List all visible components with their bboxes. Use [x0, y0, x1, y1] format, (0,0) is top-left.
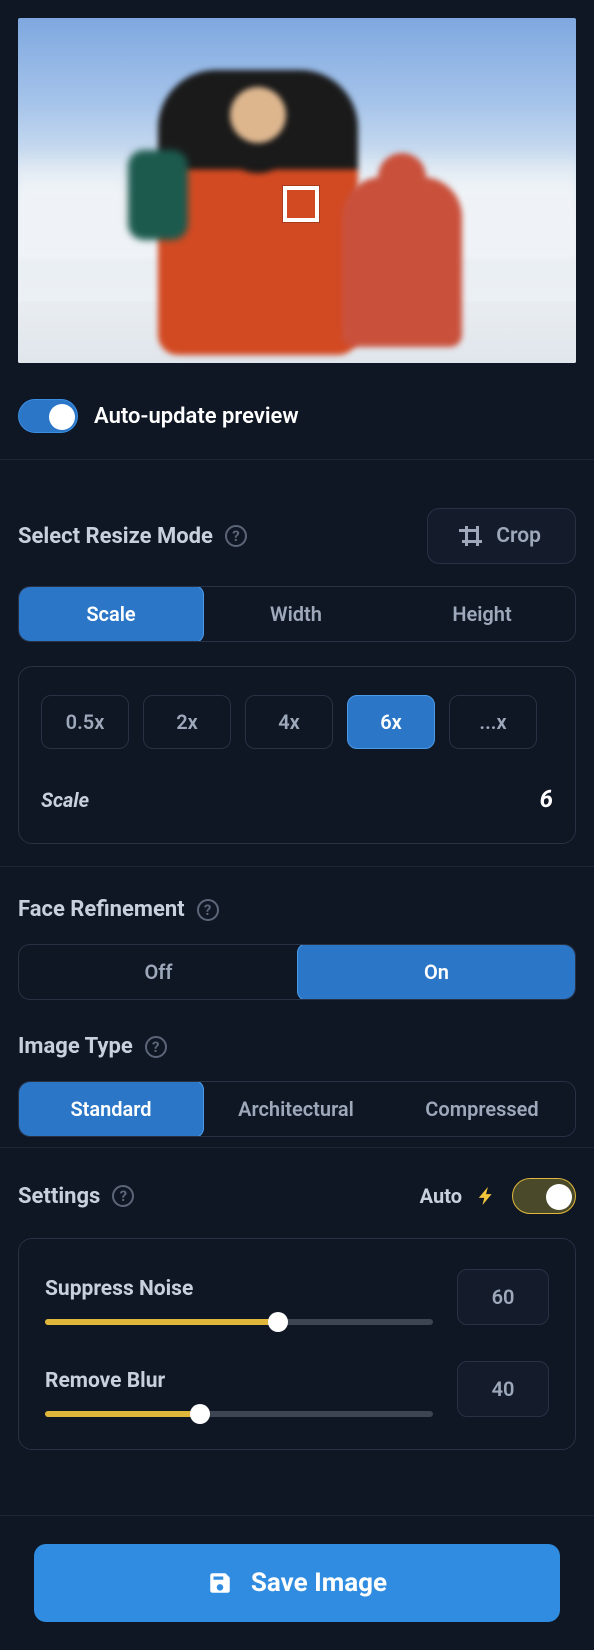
- preview-image[interactable]: [18, 18, 576, 363]
- bottom-bar: Save Image: [0, 1516, 594, 1650]
- scale-2x[interactable]: 2x: [143, 695, 231, 749]
- scale-readout-label: Scale: [41, 788, 89, 812]
- remove-blur-value[interactable]: 40: [457, 1361, 549, 1417]
- face-off[interactable]: Off: [19, 945, 298, 999]
- help-icon[interactable]: ?: [225, 525, 247, 547]
- image-type-standard[interactable]: Standard: [18, 1081, 204, 1137]
- image-type-architectural[interactable]: Architectural: [203, 1082, 389, 1136]
- save-icon: [207, 1570, 233, 1596]
- sliders-box: Suppress Noise 60 Remove Blur 40: [18, 1238, 576, 1450]
- auto-label: Auto: [420, 1184, 462, 1208]
- face-refinement-title: Face Refinement: [18, 897, 185, 922]
- save-image-label: Save Image: [251, 1568, 387, 1598]
- scale-4x[interactable]: 4x: [245, 695, 333, 749]
- help-icon[interactable]: ?: [145, 1036, 167, 1058]
- preview-area: [18, 18, 576, 363]
- save-image-button[interactable]: Save Image: [34, 1544, 560, 1622]
- image-type-compressed[interactable]: Compressed: [389, 1082, 575, 1136]
- scale-readout-value: 6: [540, 785, 553, 813]
- crop-icon: [462, 526, 482, 546]
- scale-6x[interactable]: 6x: [347, 695, 435, 749]
- bolt-icon: [476, 1182, 498, 1210]
- image-type-tabs: Standard Architectural Compressed: [18, 1081, 576, 1137]
- auto-update-switch[interactable]: [18, 399, 78, 433]
- tab-width[interactable]: Width: [203, 587, 389, 641]
- face-on[interactable]: On: [297, 944, 576, 1000]
- suppress-noise-slider[interactable]: [45, 1319, 433, 1325]
- preview-selection-box[interactable]: [283, 186, 319, 222]
- help-icon[interactable]: ?: [112, 1185, 134, 1207]
- settings-title: Settings: [18, 1184, 100, 1209]
- suppress-noise-row: Suppress Noise 60: [45, 1269, 549, 1325]
- resize-mode-tabs: Scale Width Height: [18, 586, 576, 642]
- tab-scale[interactable]: Scale: [18, 586, 204, 642]
- auto-settings-switch[interactable]: [512, 1178, 576, 1214]
- remove-blur-slider[interactable]: [45, 1411, 433, 1417]
- crop-button-label: Crop: [496, 524, 541, 548]
- scale-buttons: 0.5x 2x 4x 6x ...x: [41, 695, 553, 749]
- suppress-noise-value[interactable]: 60: [457, 1269, 549, 1325]
- crop-button[interactable]: Crop: [427, 508, 576, 564]
- remove-blur-row: Remove Blur 40: [45, 1361, 549, 1417]
- resize-mode-title: Select Resize Mode: [18, 524, 213, 549]
- scale-box: 0.5x 2x 4x 6x ...x Scale 6: [18, 666, 576, 844]
- controls-scroll-area[interactable]: Select Resize Mode ? Crop Scale Width He…: [0, 478, 594, 1484]
- tab-height[interactable]: Height: [389, 587, 575, 641]
- help-icon[interactable]: ?: [197, 899, 219, 921]
- scale-custom[interactable]: ...x: [449, 695, 537, 749]
- remove-blur-label: Remove Blur: [45, 1369, 433, 1393]
- scale-0-5x[interactable]: 0.5x: [41, 695, 129, 749]
- auto-update-label: Auto-update preview: [94, 404, 299, 429]
- face-refinement-toggle: Off On: [18, 944, 576, 1000]
- suppress-noise-label: Suppress Noise: [45, 1277, 433, 1301]
- image-type-title: Image Type: [18, 1034, 133, 1059]
